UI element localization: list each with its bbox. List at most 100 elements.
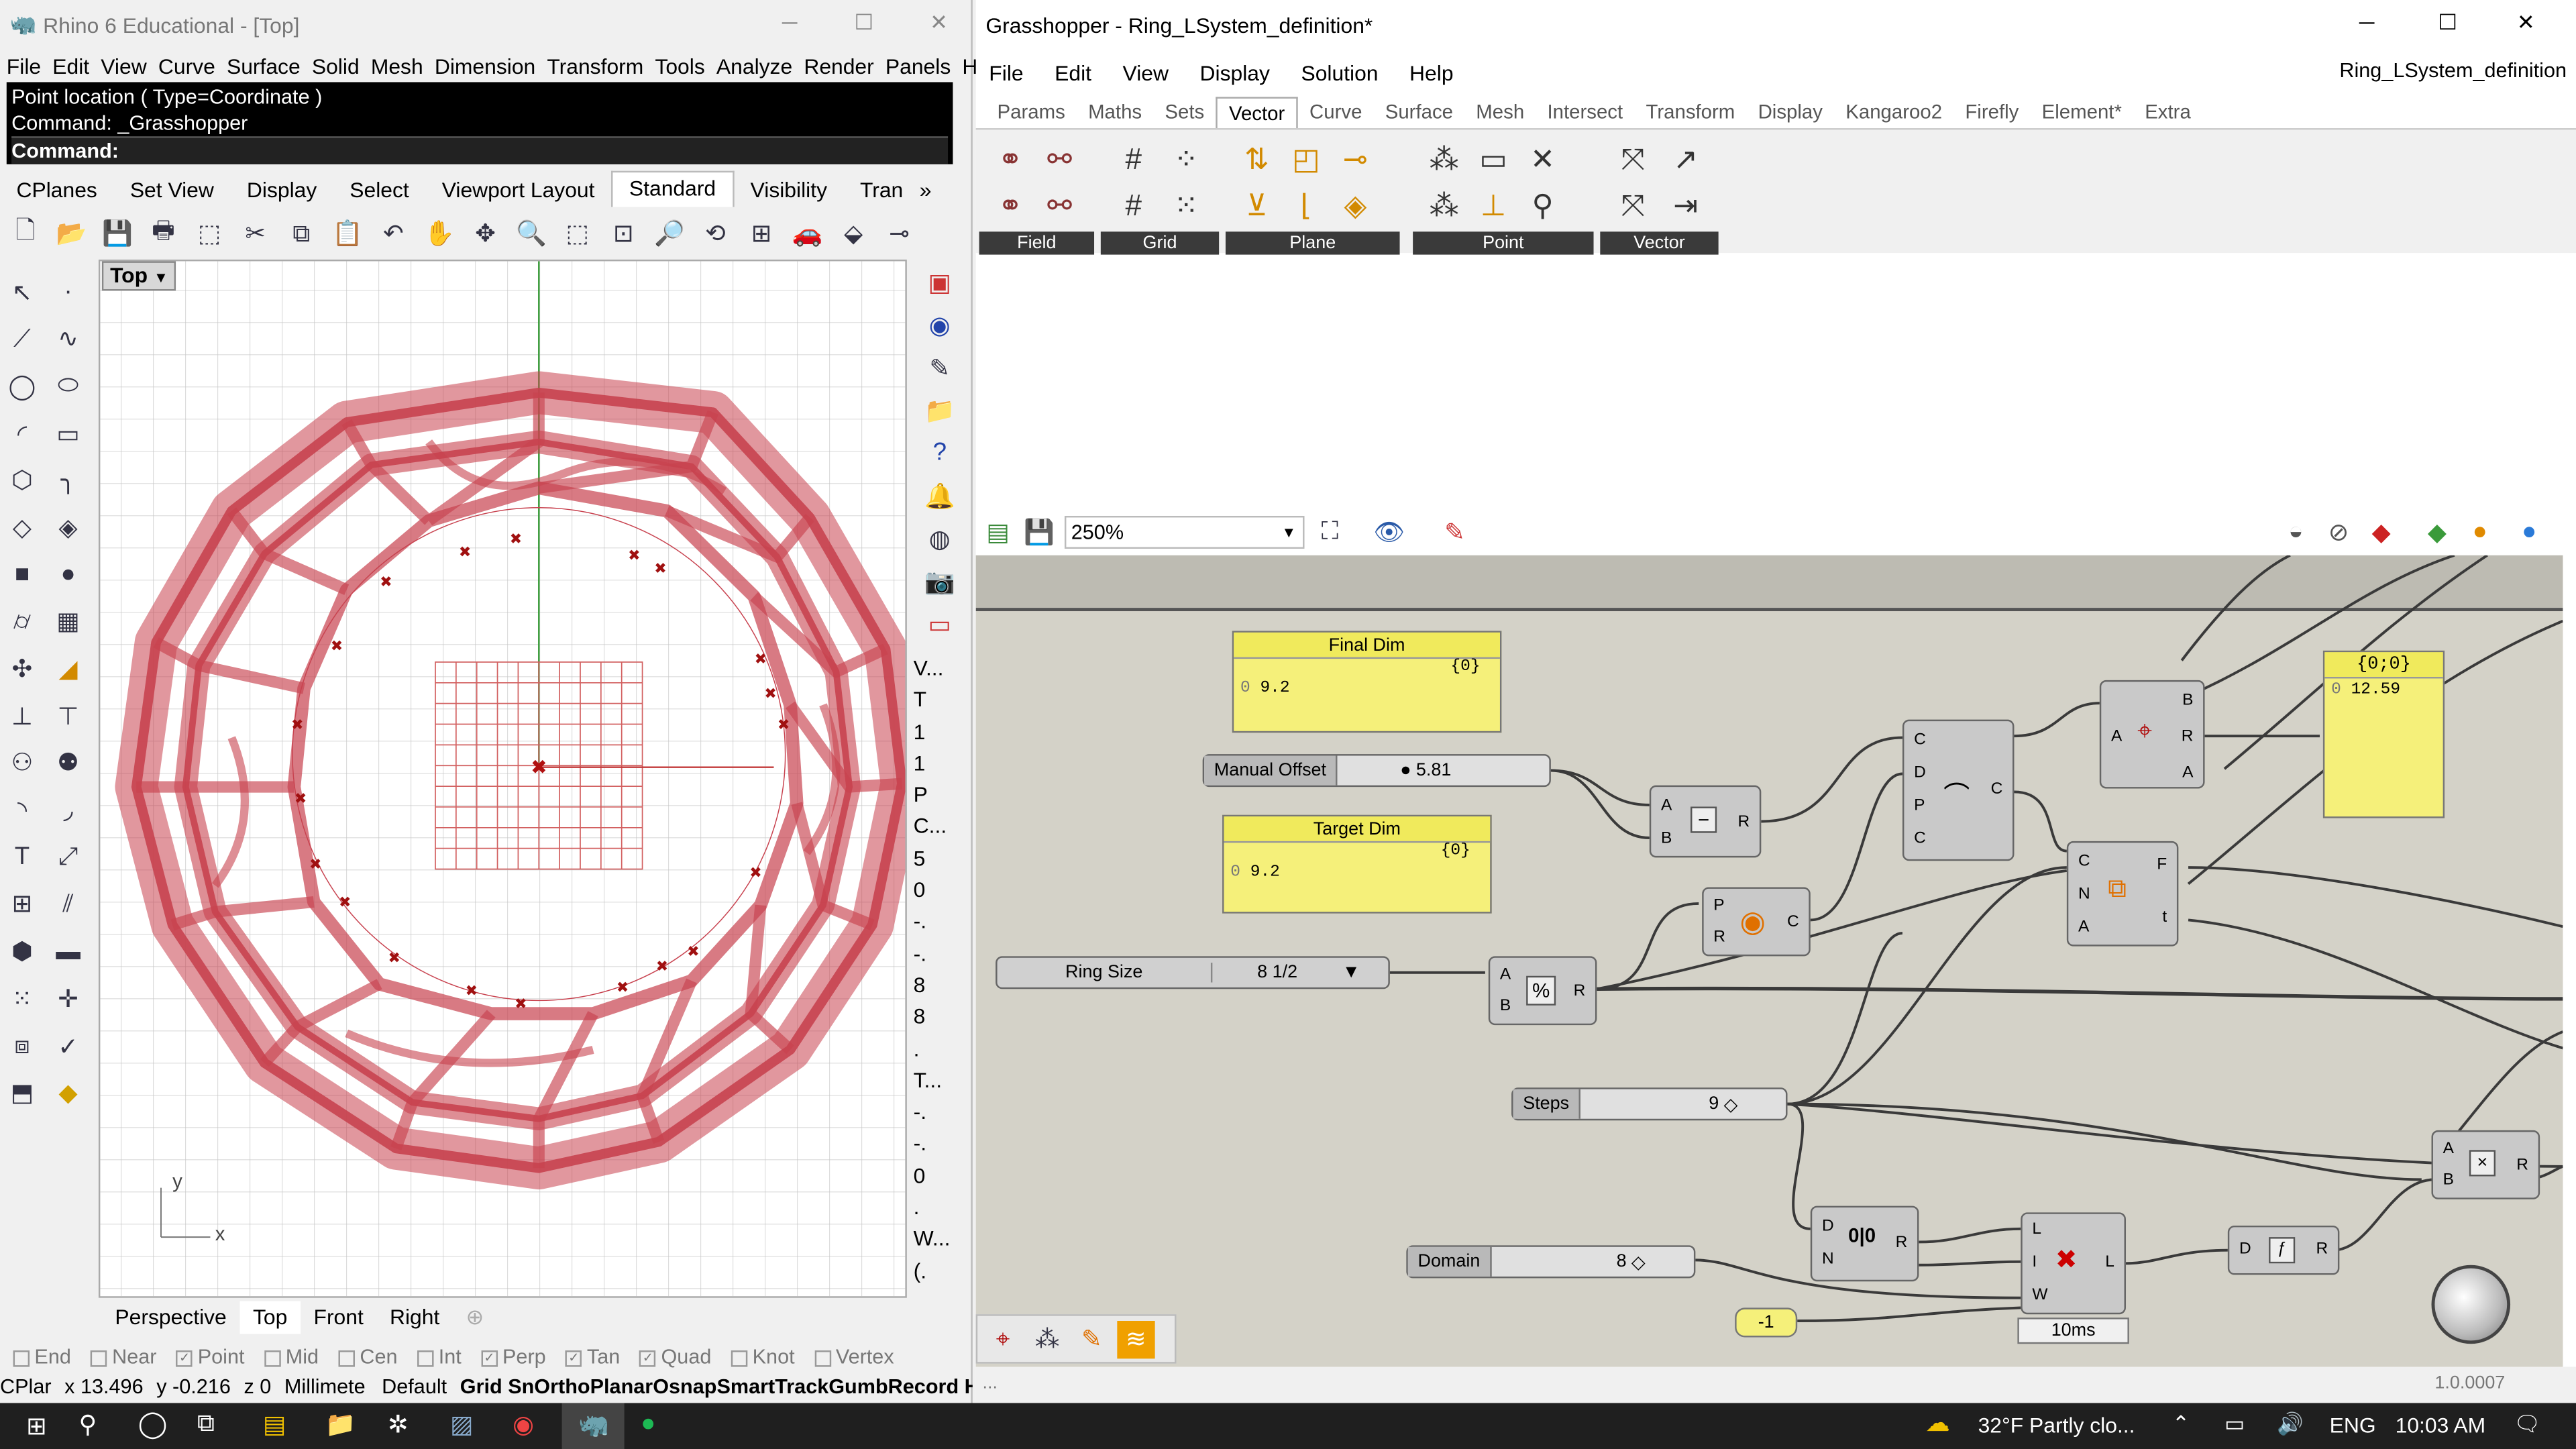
slider-steps[interactable]: Steps 9 ◇ <box>1511 1087 1788 1121</box>
point-ruler-icon[interactable]: ▭ <box>1468 136 1517 182</box>
gh-tab-display[interactable]: Display <box>1746 97 1834 126</box>
rotate-view-icon[interactable]: ⟲ <box>696 215 734 252</box>
paste-icon[interactable]: 📋 <box>329 215 366 252</box>
tab-display[interactable]: Display <box>230 176 333 201</box>
gh-tab-intersect[interactable]: Intersect <box>1536 97 1634 126</box>
pan-icon[interactable]: ✋ <box>421 215 458 252</box>
material-preview-icon[interactable]: ● <box>2461 513 2499 550</box>
snap-quad[interactable]: ✓ Quad <box>639 1346 711 1368</box>
snap-near[interactable]: Near <box>91 1346 156 1368</box>
rhino-taskbar-icon[interactable]: 🦏 <box>561 1403 625 1449</box>
grid-random-icon[interactable]: ⁙ <box>1160 182 1212 229</box>
slider-domain[interactable]: Domain 8 ◇ <box>1406 1245 1696 1279</box>
menu-solid[interactable]: Solid <box>312 54 360 78</box>
surface-icon[interactable]: ◇ <box>3 508 41 546</box>
plane-construct-icon[interactable]: ◰ <box>1281 136 1330 182</box>
tab-right[interactable]: Right <box>376 1301 453 1334</box>
shaded-icon[interactable]: ◆ <box>2363 513 2400 550</box>
save-icon[interactable]: 💾 <box>99 215 136 252</box>
open-icon[interactable]: 📂 <box>52 215 90 252</box>
sphere-icon[interactable]: ● <box>49 555 87 593</box>
circle-icon[interactable]: ◯ <box>3 367 41 405</box>
gh-tab-firefly[interactable]: Firefly <box>1953 97 2030 126</box>
maximize-icon[interactable]: ☐ <box>854 10 873 36</box>
tab-select[interactable]: Select <box>333 176 425 201</box>
field-spin-icon[interactable]: ⚯ <box>1035 136 1084 182</box>
tab-set-view[interactable]: Set View <box>113 176 230 201</box>
preview-eye-icon[interactable]: 👁 <box>1370 513 1407 550</box>
zoom-window-icon[interactable]: ⬚ <box>559 215 596 252</box>
language-indicator[interactable]: ENG <box>2330 1413 2376 1438</box>
plane-align-icon[interactable]: ⇅ <box>1232 136 1281 182</box>
new-icon[interactable]: 🗋 <box>7 215 44 252</box>
top-viewport[interactable]: ✖ ✖ ✖ ✖ ✖ ✖ ✖ ✖ ✖ ✖ ✖ ✖ ✖ ✖ ✖ ✖ ✖ ✖ ✖ ✖ ✖ y x <box>98 259 907 1298</box>
gh-canvas[interactable]: Final Dim {0} 0 9.2 Manual Offset ● 5.81… <box>975 555 2563 1367</box>
material-icon[interactable]: ◆ <box>49 1074 87 1112</box>
windows-start-icon[interactable]: ⊞ <box>26 1411 47 1441</box>
trim-icon[interactable]: ⊤ <box>49 697 87 735</box>
vector-xyz-icon[interactable]: ⤧ <box>1607 136 1659 182</box>
menu-panels[interactable]: Panels <box>885 54 951 78</box>
dropdown-arrow-icon[interactable]: ▼ <box>1342 963 1360 982</box>
import-icon[interactable]: ⬚ <box>191 215 228 252</box>
point-deconstruct-icon[interactable]: ⁂ <box>1419 182 1468 229</box>
ruler-icon[interactable]: ▬ <box>49 932 87 970</box>
menu-analyze[interactable]: Analyze <box>716 54 792 78</box>
plane-xy-icon[interactable]: ⊻ <box>1232 182 1281 229</box>
gh-tab-maths[interactable]: Maths <box>1077 97 1153 126</box>
widget-target-icon[interactable]: ⌖ <box>984 1320 1022 1358</box>
gh-close-icon[interactable]: ✕ <box>2517 10 2535 36</box>
slider-knob-icon[interactable]: ◇ <box>1631 1251 1646 1272</box>
vector-unit-icon[interactable]: ⤧ <box>1607 182 1659 229</box>
component-offset-curve[interactable]: CDPC ⌒ C <box>1902 719 2015 861</box>
gh-minimize-icon[interactable]: ─ <box>2359 10 2375 35</box>
chamfer-icon[interactable]: ◞ <box>49 791 87 828</box>
project-icon[interactable]: ⧈ <box>3 1027 41 1065</box>
mesh-quality-icon[interactable]: ● <box>2510 513 2548 550</box>
chrome-icon[interactable]: ◉ <box>513 1409 534 1440</box>
group-icon[interactable]: ⚇ <box>3 744 41 782</box>
notify-icon[interactable]: 🔔 <box>921 476 959 514</box>
analyze-icon[interactable]: ⫽ <box>49 885 87 923</box>
gh-save-icon[interactable]: 💾 <box>1020 513 1058 550</box>
gh-maximize-icon[interactable]: ☐ <box>2438 10 2457 36</box>
grid-square-icon[interactable]: # <box>1108 136 1160 182</box>
plane-rotate-icon[interactable]: ◈ <box>1331 182 1380 229</box>
panel-final-dim[interactable]: Final Dim {0} 0 9.2 <box>1232 631 1502 733</box>
scale-icon[interactable]: ⤢ <box>49 839 87 876</box>
tab-top[interactable]: Top <box>239 1301 301 1334</box>
snap-int[interactable]: Int <box>417 1346 462 1368</box>
dim-icon[interactable]: ◢ <box>49 650 87 688</box>
zoom-extents-icon[interactable]: ⊡ <box>604 215 642 252</box>
gh-tab-extra[interactable]: Extra <box>2133 97 2202 126</box>
group-label-vector[interactable]: Vector <box>1600 231 1719 255</box>
component-circle[interactable]: PR ◉ C <box>1702 887 1811 957</box>
chevron-down-icon[interactable]: ▼ <box>154 270 168 286</box>
search-icon[interactable]: ⚲ <box>79 1409 97 1440</box>
rectangle-icon[interactable]: ▭ <box>49 414 87 451</box>
snap-perp[interactable]: ✓ Perp <box>481 1346 546 1368</box>
box-icon[interactable]: ■ <box>3 555 41 593</box>
slider-knob-icon[interactable]: ● <box>1400 761 1411 780</box>
layers-icon[interactable]: ◉ <box>921 306 959 343</box>
point-icon[interactable]: · <box>49 273 87 311</box>
gh-menu-file[interactable]: File <box>989 60 1023 85</box>
field-merge-icon[interactable]: ⚯ <box>1035 182 1084 229</box>
four-views-icon[interactable]: ⊞ <box>743 215 780 252</box>
array-icon[interactable]: ⊞ <box>3 885 41 923</box>
help-icon[interactable]: ? <box>921 434 959 472</box>
gh-tab-element[interactable]: Element* <box>2031 97 2134 126</box>
panel-target-dim[interactable]: Target Dim {0} 0 9.2 <box>1222 814 1492 914</box>
zoom-dropdown[interactable]: 250% ▼ <box>1064 515 1305 549</box>
move-view-icon[interactable]: ✥ <box>467 215 504 252</box>
vector-amplitude-icon[interactable]: ⇥ <box>1659 182 1711 229</box>
mode-toggles[interactable]: Grid SnOrthoPlanarOsnapSmartTrackGumbRec… <box>460 1375 973 1398</box>
group-label-grid[interactable]: Grid <box>1100 231 1220 255</box>
sketch-icon[interactable]: ✎ <box>1436 513 1473 550</box>
ungroup-icon[interactable]: ⚉ <box>49 744 87 782</box>
component-multiplication[interactable]: AB × R <box>2431 1130 2540 1199</box>
point-cull-icon[interactable]: ✕ <box>1518 136 1567 182</box>
gh-menu-edit[interactable]: Edit <box>1055 60 1091 85</box>
check-icon[interactable]: ✓ <box>49 1027 87 1065</box>
menu-dimension[interactable]: Dimension <box>435 54 535 78</box>
